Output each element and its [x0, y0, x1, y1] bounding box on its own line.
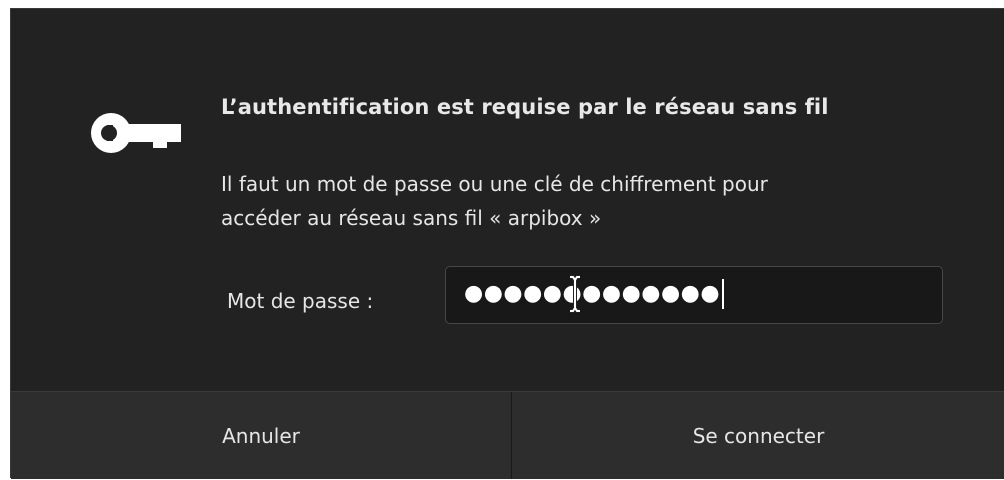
password-input[interactable]: ●●●●●●●●●●●●● — [445, 266, 943, 324]
ibeam-cursor-icon — [570, 275, 580, 313]
connect-button[interactable]: Se connecter — [512, 392, 1004, 479]
wifi-auth-dialog: L’authentification est requise par le ré… — [10, 8, 1004, 479]
dialog-title: L’authentification est requise par le ré… — [221, 95, 829, 119]
cancel-button[interactable]: Annuler — [11, 392, 511, 479]
text-caret — [722, 279, 724, 309]
password-masked-value: ●●●●●●●●●●●●● — [464, 281, 721, 306]
dialog-button-bar: Annuler Se connecter — [11, 391, 1004, 479]
dialog-message-line: Il faut un mot de passe ou une clé de ch… — [221, 172, 768, 196]
password-label: Mot de passe : — [227, 289, 374, 313]
dialog-message-line: accéder au réseau sans fil « arpibox » — [221, 206, 602, 230]
dialog-message: Il faut un mot de passe ou une clé de ch… — [221, 167, 941, 235]
key-icon — [91, 113, 181, 153]
